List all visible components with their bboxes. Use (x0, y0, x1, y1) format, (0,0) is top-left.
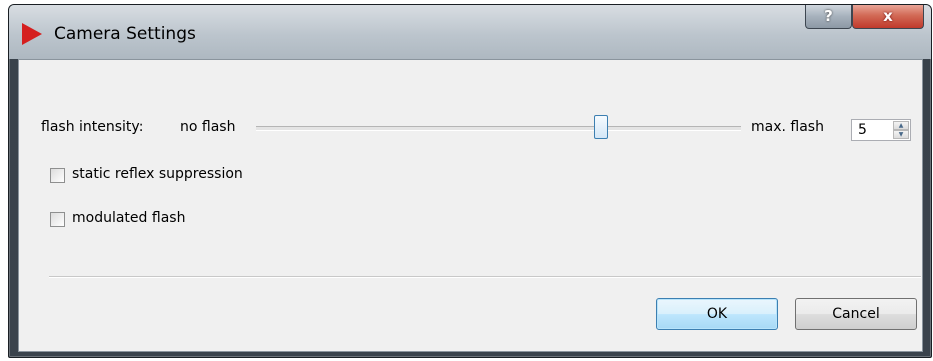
no-flash-label: no flash (180, 119, 236, 135)
separator (49, 276, 921, 278)
dialog-body: flash intensity: no flash max. flash 5 ▲… (18, 59, 923, 352)
static-reflex-label[interactable]: static reflex suppression (72, 166, 243, 182)
flash-intensity-slider[interactable] (256, 126, 741, 131)
slider-thumb[interactable] (594, 115, 609, 139)
max-flash-label: max. flash (751, 119, 824, 135)
window-title: Camera Settings (54, 24, 196, 44)
titlebar-content: Camera Settings ? x (9, 5, 931, 59)
cancel-button[interactable]: Cancel (795, 298, 917, 330)
max-flash-value[interactable]: 5 (858, 122, 867, 138)
modulated-flash-checkbox[interactable] (50, 212, 65, 227)
camera-settings-window: Camera Settings ? x flash intensity: no … (8, 4, 932, 358)
modulated-flash-label[interactable]: modulated flash (72, 210, 185, 226)
max-flash-spinbox[interactable]: 5 ▲ ▼ (851, 119, 911, 141)
spin-down-arrow-icon[interactable]: ▼ (893, 130, 909, 139)
help-button[interactable]: ? (805, 5, 852, 29)
flash-intensity-label: flash intensity: (41, 119, 144, 135)
ok-button[interactable]: OK (656, 298, 778, 330)
static-reflex-checkbox[interactable] (50, 168, 65, 183)
spin-up-arrow-icon[interactable]: ▲ (893, 121, 909, 130)
close-button[interactable]: x (852, 5, 924, 29)
app-icon (22, 23, 42, 45)
